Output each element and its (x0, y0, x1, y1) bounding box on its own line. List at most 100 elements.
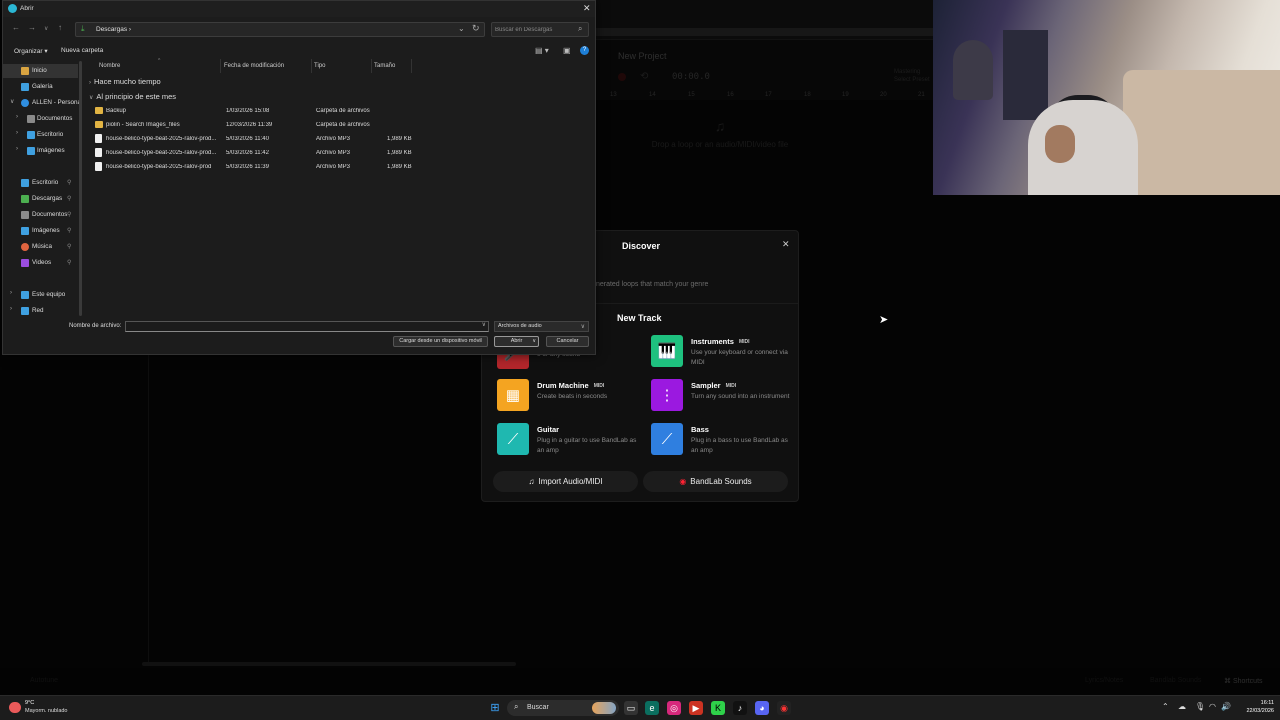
file-type: Archivo MP3 (316, 136, 351, 142)
nav-scrollbar[interactable] (79, 61, 82, 316)
track-name-row: Guitar (537, 425, 559, 434)
file-row[interactable]: house-belico-type-beat-2025-ralov-prod..… (93, 147, 423, 160)
column-header-type[interactable]: Tipo (314, 63, 325, 69)
discord-icon[interactable]: ◕ (755, 701, 769, 715)
cloud-icon[interactable]: ☁ (1178, 702, 1186, 711)
discover-title: Discover (622, 241, 661, 251)
pictures-icon (27, 147, 35, 155)
nav-label: Escritorio (37, 131, 64, 138)
forward-icon[interactable]: → (28, 23, 36, 32)
nav-item-escritorio-cloud[interactable]: › Escritorio (3, 128, 78, 142)
import-label: Import Audio/MIDI (538, 477, 603, 486)
this-pc-icon (21, 291, 29, 299)
chevron-down-icon[interactable]: ∨ (532, 337, 536, 346)
column-separator[interactable] (220, 59, 221, 73)
filetype-select[interactable]: Archivos de audio ∨ (494, 321, 589, 332)
help-icon[interactable]: ? (580, 46, 589, 55)
nav-item-documentos-cloud[interactable]: › Documentos (3, 112, 78, 126)
file-row[interactable]: piolin - Search Images_files 12/03/2026 … (93, 119, 423, 132)
view-options-icon[interactable]: ▤ ▾ (535, 46, 549, 55)
edge-icon[interactable]: e (645, 701, 659, 715)
track-option-instruments[interactable]: 🎹 Instruments MIDI Use your keyboard or c… (651, 335, 796, 371)
expand-icon[interactable]: ∨ (10, 98, 14, 105)
open-button[interactable]: Abrir ∨ (494, 336, 539, 347)
nav-item-este-equipo[interactable]: › Este equipo (3, 288, 78, 302)
wifi-icon[interactable]: ◠ (1209, 702, 1216, 711)
close-icon[interactable]: ✕ (583, 3, 591, 14)
address-bar[interactable]: ⤓ Descargas › ⌄ ↻ (75, 22, 485, 37)
group-header[interactable]: ∨ Al principio de este mes (89, 92, 176, 101)
expand-icon[interactable]: › (16, 146, 18, 152)
search-input[interactable] (495, 25, 575, 35)
up-icon[interactable]: ↑ (58, 23, 62, 32)
group-label: Al principio de este mes (96, 92, 177, 101)
column-header-size[interactable]: Tamaño (374, 63, 395, 69)
file-row[interactable]: Backup 1/03/2026 15:08 Carpeta de archiv… (93, 105, 423, 118)
column-separator[interactable] (411, 59, 412, 73)
back-icon[interactable]: ← (12, 23, 20, 32)
volume-icon[interactable]: 🔊 (1221, 702, 1231, 711)
track-desc: Create beats in seconds (537, 393, 608, 400)
expand-icon[interactable]: › (16, 130, 18, 136)
load-from-mobile-button[interactable]: Cargar desde un dispositivo móvil (393, 336, 488, 347)
file-row[interactable]: house-belico-type-beat-2025-ralov-prod..… (93, 133, 423, 146)
weather-temp[interactable]: 9°C (25, 700, 34, 706)
close-icon[interactable]: ✕ (782, 239, 790, 250)
weather-desc[interactable]: Mayorm. nublado (25, 708, 68, 714)
file-row[interactable]: house-belico-type-beat-2025-ralov-prod 5… (93, 161, 423, 174)
kick-icon[interactable]: K (711, 701, 725, 715)
track-option-guitar[interactable]: ⟋ Guitar Plug in a guitar to use BandLab… (497, 423, 642, 459)
desktop-icon (27, 131, 35, 139)
organize-button[interactable]: Organizar ▾ (14, 47, 48, 55)
nav-item-imagenes-cloud[interactable]: › Imágenes (3, 144, 78, 158)
instagram-icon[interactable]: ◎ (667, 701, 681, 715)
weather-icon[interactable] (9, 702, 21, 713)
taskbar-search[interactable]: ⌕ Buscar (507, 700, 619, 716)
preview-pane-icon[interactable]: ▣ (563, 46, 571, 55)
refresh-icon[interactable]: ↻ (472, 23, 480, 34)
nav-item-escritorio[interactable]: Escritorio ⚲ (3, 176, 78, 190)
nav-item-galeria[interactable]: Galería (3, 80, 78, 94)
guitar-icon: ⟋ (497, 423, 529, 455)
column-separator[interactable] (371, 59, 372, 73)
clock[interactable]: 16:11 22/03/2026 (1236, 699, 1274, 715)
expand-icon[interactable]: › (10, 306, 12, 312)
chevron-up-icon[interactable]: ⌃ (1162, 702, 1169, 711)
column-header-date[interactable]: Fecha de modificación (224, 63, 284, 69)
search-box[interactable]: ⌕ (491, 22, 589, 37)
group-header[interactable]: › Hace mucho tiempo (89, 77, 161, 86)
expand-icon[interactable]: › (10, 290, 12, 296)
desktop-icon (21, 179, 29, 187)
breadcrumb[interactable]: Descargas › (96, 26, 131, 33)
nav-item-red[interactable]: › Red (3, 304, 78, 318)
bandlab-sounds-button[interactable]: ◉ BandLab Sounds (643, 471, 788, 492)
track-option-bass[interactable]: ⟋ Bass Plug in a bass to use BandLab as … (651, 423, 796, 459)
recent-locations-icon[interactable]: ∨ (44, 25, 48, 32)
task-view-icon[interactable]: ▭ (624, 701, 638, 715)
expand-icon[interactable]: › (16, 114, 18, 120)
nav-item-musica[interactable]: Música ⚲ (3, 240, 78, 254)
track-option-drum-machine[interactable]: ▦ Drum Machine MIDI Create beats in secon… (497, 379, 642, 415)
nav-item-inicio[interactable]: Inicio (3, 64, 78, 78)
import-audio-midi-button[interactable]: ♫ Import Audio/MIDI (493, 471, 638, 492)
tiktok-icon[interactable]: ♪ (733, 701, 747, 715)
nav-item-imagenes[interactable]: Imágenes ⚲ (3, 224, 78, 238)
microphone-icon[interactable]: 🎙 (1195, 702, 1205, 711)
nav-item-videos[interactable]: Videos ⚲ (3, 256, 78, 270)
cancel-button[interactable]: Cancelar (546, 336, 589, 347)
filename-field[interactable]: ∨ (125, 321, 489, 339)
chevron-down-icon[interactable]: ∨ (482, 321, 486, 328)
windows-start-icon[interactable]: ⊞ (488, 701, 502, 715)
new-folder-button[interactable]: Nueva carpeta (61, 47, 103, 54)
bandlab-app-icon[interactable]: ◉ (777, 701, 791, 715)
waveform-icon: ⋮ (651, 379, 683, 411)
column-separator[interactable] (311, 59, 312, 73)
nav-item-descargas[interactable]: Descargas ⚲ (3, 192, 78, 206)
nav-item-onedrive[interactable]: ∨ ALLEN - Personal (3, 96, 82, 110)
dialog-titlebar[interactable]: Abrir ✕ (3, 1, 595, 17)
column-header-name[interactable]: Nombre (99, 63, 120, 69)
chevron-down-icon[interactable]: ⌄ (458, 24, 465, 33)
nav-item-documentos[interactable]: Documentos ⚲ (3, 208, 78, 222)
youtube-icon[interactable]: ▶ (689, 701, 703, 715)
track-option-sampler[interactable]: ⋮ Sampler MIDI Turn any sound into an ins… (651, 379, 796, 415)
